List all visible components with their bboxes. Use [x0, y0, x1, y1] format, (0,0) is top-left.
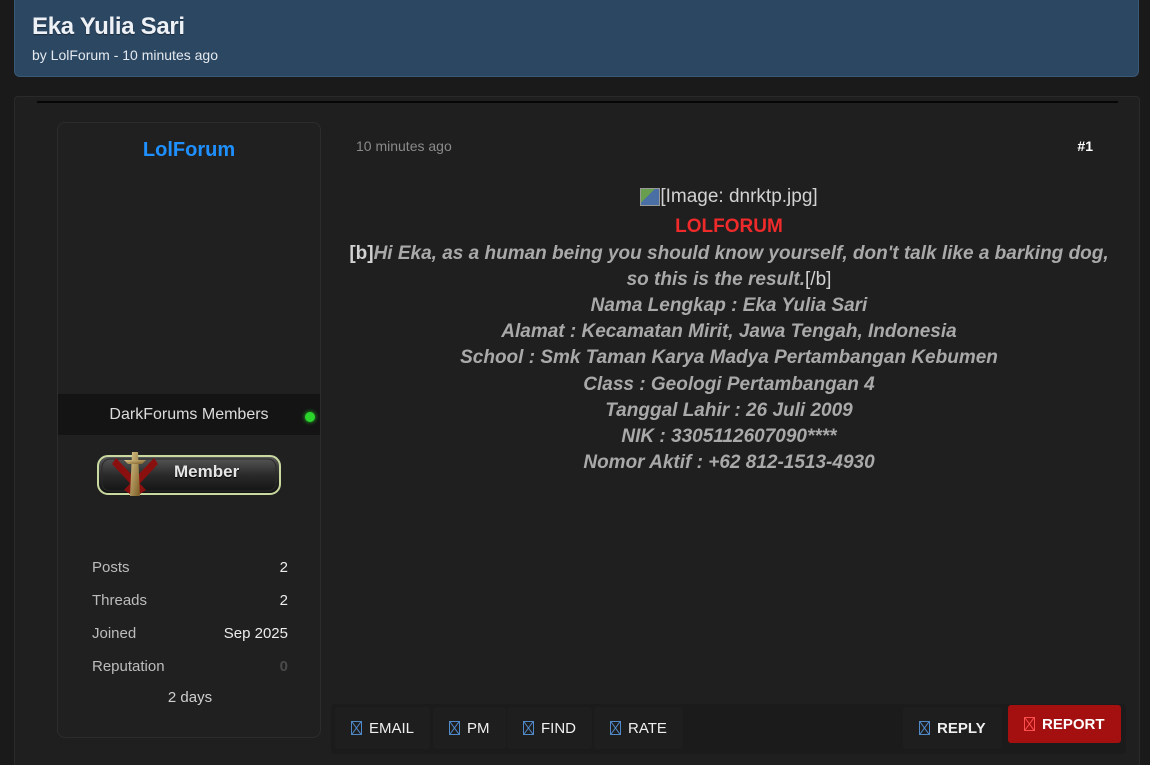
stat-reputation: Reputation 0	[92, 658, 288, 691]
reply-icon	[919, 721, 930, 735]
author-usergroup: DarkForums Members	[58, 394, 320, 435]
pm-button[interactable]: PM	[433, 707, 506, 749]
brand-text: LOLFORUM	[675, 216, 783, 238]
stat-label: Threads	[92, 592, 148, 609]
author-group-label: DarkForums Members	[109, 406, 269, 423]
bbcode-close: [/b]	[805, 268, 832, 290]
pm-icon	[449, 721, 460, 735]
email-label: EMAIL	[369, 719, 415, 737]
thread-header: Eka Yulia Sari by LolForum - 10 minutes …	[14, 0, 1139, 77]
rate-label: RATE	[628, 719, 667, 737]
find-icon	[523, 721, 534, 735]
post-time: 10 minutes ago	[356, 138, 452, 154]
stat-value[interactable]: 0	[280, 658, 288, 691]
stat-extra: 2 days	[167, 689, 213, 706]
rate-button[interactable]: RATE	[594, 707, 683, 749]
reply-button[interactable]: REPLY	[903, 707, 1002, 749]
author-username[interactable]: LolForum	[58, 139, 320, 162]
broken-image-icon	[640, 188, 661, 207]
post-number[interactable]: #1	[1077, 138, 1093, 154]
bbcode-open: [b]	[349, 242, 374, 264]
thread-title: Eka Yulia Sari	[32, 13, 185, 40]
post-actions: EMAIL PM FIND RATE REPLY REPORT	[331, 704, 1126, 754]
post-line: Class : Geologi Pertambangan 4	[583, 373, 875, 395]
rank-badge: Member	[96, 450, 282, 500]
post-body: [Image: dnrktp.jpg] LOLFORUM [b]Hi Eka, …	[337, 184, 1121, 476]
report-icon	[1024, 717, 1035, 731]
email-icon	[351, 721, 362, 735]
author-panel: LolForum DarkForums Members Member Posts…	[57, 122, 321, 738]
pm-label: PM	[467, 719, 490, 737]
stat-label: Joined	[92, 625, 137, 642]
stat-value[interactable]: 2	[280, 592, 288, 625]
stat-joined: Joined Sep 2025	[92, 625, 288, 658]
author-stats: Posts 2 Threads 2 Joined Sep 2025 Reputa…	[92, 559, 288, 706]
stat-value: Sep 2025	[223, 625, 288, 642]
report-button[interactable]: REPORT	[1008, 705, 1121, 743]
stat-label: Posts	[92, 559, 130, 576]
stat-label: Reputation	[92, 658, 165, 675]
find-button[interactable]: FIND	[507, 707, 592, 749]
online-status-icon	[305, 412, 315, 422]
message-text: Hi Eka, as a human being you should know…	[373, 242, 1109, 290]
image-placeholder: [Image: dnrktp.jpg]	[337, 184, 1121, 214]
stat-posts: Posts 2	[92, 559, 288, 592]
post-line: School : Smk Taman Karya Madya Pertamban…	[460, 347, 998, 369]
email-button[interactable]: EMAIL	[335, 707, 431, 749]
post-message: [b]Hi Eka, as a human being you should k…	[337, 241, 1121, 293]
post: LolForum DarkForums Members Member Posts…	[14, 96, 1140, 765]
post-line: Tanggal Lahir : 26 Juli 2009	[605, 399, 853, 421]
post-line: Nomor Aktif : +62 812-1513-4930	[583, 452, 875, 474]
divider	[37, 101, 1118, 103]
reply-label: REPLY	[937, 719, 986, 737]
rank-badge-label: Member	[174, 462, 240, 481]
image-alt-text: [Image: dnrktp.jpg]	[660, 186, 818, 207]
thread-meta: by LolForum - 10 minutes ago	[32, 47, 218, 63]
stat-value[interactable]: 2	[280, 559, 288, 592]
rate-icon	[610, 721, 621, 735]
post-line: Nama Lengkap : Eka Yulia Sari	[590, 294, 868, 316]
image-alt: [Image: dnrktp.jpg]	[640, 184, 818, 210]
post-line: NIK : 3305112607090****	[621, 425, 837, 447]
report-label: REPORT	[1042, 715, 1105, 733]
find-label: FIND	[541, 719, 576, 737]
stat-threads: Threads 2	[92, 592, 288, 625]
post-line: Alamat : Kecamatan Mirit, Jawa Tengah, I…	[501, 321, 957, 343]
